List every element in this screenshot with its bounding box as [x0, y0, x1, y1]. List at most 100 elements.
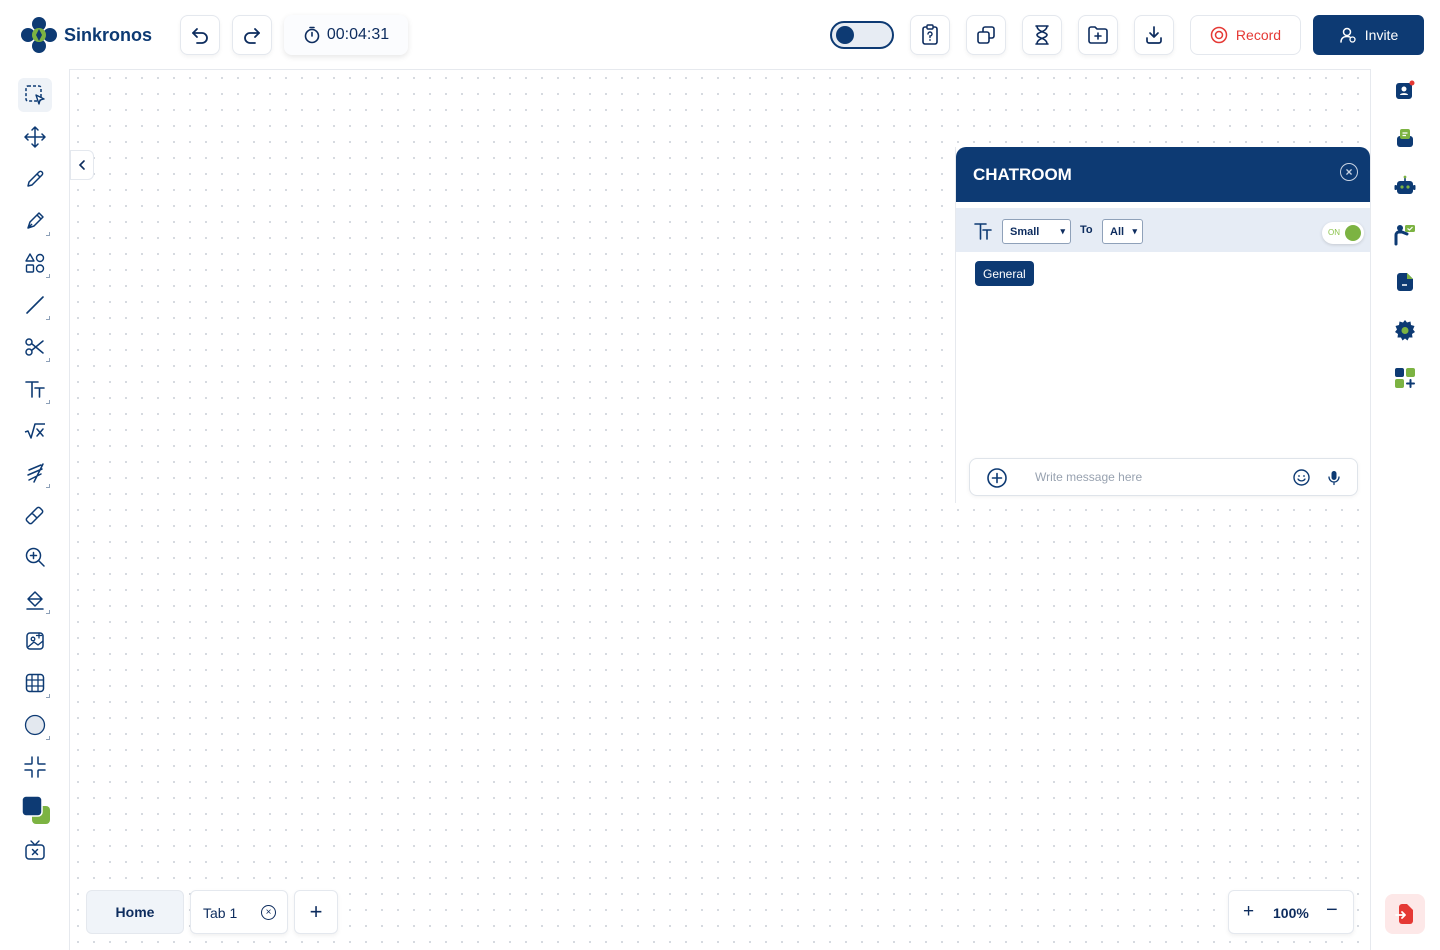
add-attachment-icon[interactable] [986, 467, 1008, 489]
zoom-level: 100% [1273, 905, 1309, 921]
image-tool[interactable] [18, 624, 52, 658]
new-folder-button[interactable] [1078, 15, 1118, 55]
color-swatch-icon [21, 795, 50, 824]
tv-close-icon [25, 840, 45, 860]
math-tool[interactable] [18, 414, 52, 448]
pencil-icon [27, 170, 44, 187]
close-icon[interactable]: × [1340, 163, 1358, 181]
chevron-down-icon: ▾ [1060, 226, 1065, 236]
channel-name: General [983, 266, 1026, 281]
tab-1[interactable]: Tab 1 × [190, 890, 288, 934]
fit-tool[interactable] [18, 750, 52, 784]
undo-button[interactable] [180, 15, 220, 55]
laser-tool[interactable] [18, 456, 52, 490]
ai-assistant-button[interactable] [1390, 171, 1420, 201]
submenu-indicator [46, 484, 50, 488]
apps-button[interactable] [1390, 363, 1420, 393]
logo-icon [21, 17, 57, 53]
submenu-indicator [46, 736, 50, 740]
record-label: Record [1235, 27, 1282, 43]
image-plus-icon [26, 632, 44, 650]
submenu-indicator [46, 694, 50, 698]
minimize-icon [24, 756, 46, 778]
app-name: Sinkronos [64, 24, 153, 45]
grid-icon [25, 673, 45, 693]
text-icon [25, 381, 45, 398]
download-button[interactable] [1134, 15, 1174, 55]
grid-tool[interactable] [18, 666, 52, 700]
app-logo[interactable]: Sinkronos [20, 16, 152, 54]
text-size-icon [974, 223, 992, 240]
record-icon [1210, 26, 1228, 44]
add-tab-button[interactable]: + [294, 890, 338, 934]
timer-button[interactable] [1022, 15, 1062, 55]
shapes-tool[interactable] [18, 246, 52, 280]
square-root-icon [24, 423, 45, 439]
submenu-indicator [46, 400, 50, 404]
channel-tag[interactable]: General [975, 261, 1034, 286]
leave-session-button[interactable] [1385, 894, 1425, 934]
screen-share-tool[interactable] [18, 834, 52, 868]
recipient-select[interactable]: All ▾ [1102, 219, 1143, 244]
duplicate-button[interactable] [966, 15, 1006, 55]
collapse-panel-button[interactable] [70, 150, 94, 180]
select-tool[interactable] [18, 78, 52, 112]
zoom-out-button[interactable]: − [1326, 899, 1338, 922]
font-size-select[interactable]: Small ▾ [1002, 219, 1071, 244]
copy-icon [977, 26, 995, 44]
eraser-tool[interactable] [18, 498, 52, 532]
emoji-icon[interactable] [1292, 468, 1311, 487]
color-picker[interactable] [18, 792, 54, 828]
participants-button[interactable] [1390, 75, 1420, 105]
move-tool[interactable] [18, 120, 52, 154]
message-input[interactable]: Write message here [1035, 470, 1142, 484]
home-tab-label: Home [115, 904, 155, 920]
cut-tool[interactable] [18, 330, 52, 364]
submenu-indicator [46, 274, 50, 278]
quiz-button[interactable] [910, 15, 950, 55]
submenu-indicator [46, 316, 50, 320]
move-arrows-icon [24, 126, 46, 148]
submenu-indicator [46, 610, 50, 614]
chatroom-header: CHATROOM × [956, 147, 1370, 202]
zoom-tool[interactable] [18, 540, 52, 574]
lasso-select-icon [25, 85, 45, 105]
tab-home[interactable]: Home [86, 890, 184, 934]
record-button[interactable]: Record [1190, 15, 1301, 55]
zoom-control: + 100% − [1228, 890, 1354, 934]
pen-tool[interactable] [18, 204, 52, 238]
theme-toggle[interactable] [830, 21, 894, 49]
chatroom-panel: CHATROOM × Small ▾ To All ▾ ON General W… [955, 147, 1370, 503]
toggle-knob [1345, 225, 1361, 241]
presenter-icon [1394, 225, 1415, 246]
robot-icon [1394, 175, 1416, 194]
plus-icon: + [309, 899, 323, 924]
timer-value: 00:04:31 [326, 26, 390, 43]
notes-button[interactable] [1390, 267, 1420, 297]
redo-button[interactable] [232, 15, 272, 55]
teacher-tools-button[interactable] [1390, 219, 1420, 249]
gear-icon [1395, 320, 1415, 341]
redo-icon [244, 28, 260, 44]
settings-button[interactable] [1390, 315, 1420, 345]
chevron-left-icon [78, 160, 85, 170]
to-label: To [1080, 224, 1093, 236]
clipboard-question-icon [922, 24, 938, 45]
paint-bucket-icon [26, 591, 44, 610]
submenu-indicator [46, 232, 50, 236]
chat-enable-toggle[interactable]: ON [1322, 222, 1364, 244]
text-tool[interactable] [18, 372, 52, 406]
close-tab-icon[interactable]: × [261, 905, 276, 920]
session-timer[interactable]: 00:04:31 [284, 15, 408, 55]
download-icon [1146, 26, 1162, 44]
fill-tool[interactable] [18, 582, 52, 616]
chat-button[interactable] [1390, 123, 1420, 153]
undo-icon [192, 28, 208, 44]
zoom-in-button[interactable]: + [1243, 901, 1254, 923]
user-plus-icon [1340, 27, 1356, 43]
line-tool[interactable] [18, 288, 52, 322]
invite-button[interactable]: Invite [1313, 15, 1424, 55]
background-tool[interactable] [18, 708, 52, 742]
pencil-tool[interactable] [18, 162, 52, 196]
microphone-icon[interactable] [1326, 469, 1342, 486]
